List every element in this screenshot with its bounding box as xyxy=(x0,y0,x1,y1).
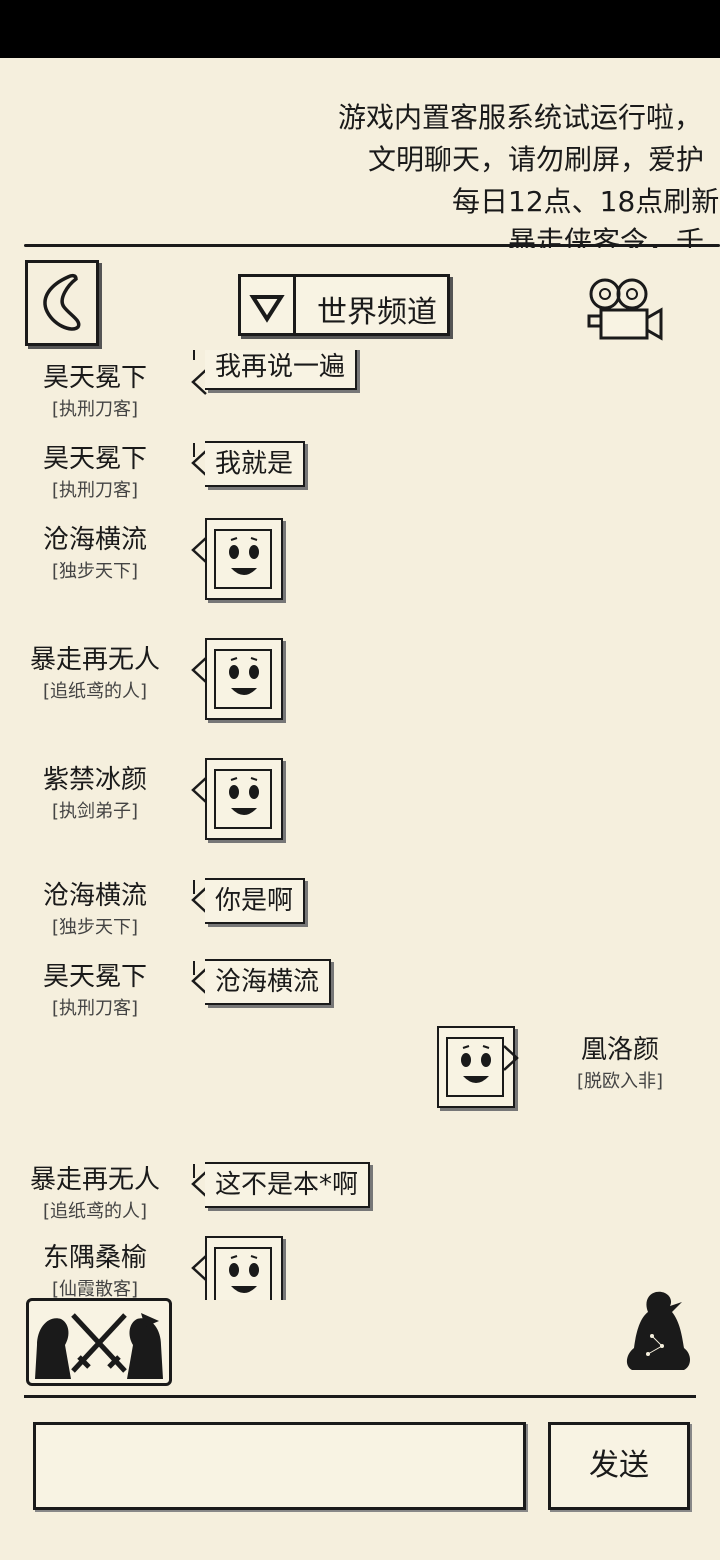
bubble-tail-icon xyxy=(503,1045,519,1071)
chat-list[interactable]: 昊天冕下 [执刑刀客] 我再说一遍 昊天冕下 [执刑刀客] 我就是 沧海横流 [… xyxy=(0,350,720,1300)
send-button[interactable]: 发送 xyxy=(548,1422,690,1510)
sender: 暴走再无人 [追纸鸢的人] xyxy=(0,1164,190,1224)
status-bar xyxy=(0,0,720,58)
message-bubble: 沧海横流 xyxy=(192,959,332,1005)
back-button[interactable] xyxy=(25,260,99,346)
sender: 紫禁冰颜 [执剑弟子] xyxy=(0,764,190,824)
smiley-face-sticker xyxy=(205,518,283,600)
sender-title: [脱欧入非] xyxy=(576,1071,664,1092)
message-bubble: 我再说一遍 xyxy=(192,350,358,390)
notice-line: 文明聊天，请勿刷屏，爱护 xyxy=(368,143,705,176)
divider xyxy=(24,244,720,247)
sender-title: [执刑刀客] xyxy=(51,998,139,1019)
crossed-swords-icon xyxy=(35,1313,163,1379)
channel-label: 世界频道 xyxy=(317,295,437,330)
sender: 昊天冕下 [执刑刀客] xyxy=(0,961,190,1021)
smiley-face-sticker xyxy=(205,758,283,840)
sender-title: [执刑刀客] xyxy=(51,399,139,420)
sender-title: [独步天下] xyxy=(51,561,139,582)
sender-name[interactable]: 暴走再无人 xyxy=(0,1164,190,1196)
swordsman-avatar-icon[interactable] xyxy=(622,1288,694,1374)
sender-title: [追纸鸢的人] xyxy=(42,1201,148,1222)
back-arrow-icon xyxy=(43,273,81,331)
sender-name[interactable]: 暴走再无人 xyxy=(0,644,190,676)
message-bubble: 你是啊 xyxy=(192,878,306,924)
smiley-face-sticker xyxy=(205,1236,283,1300)
sender-title: [独步天下] xyxy=(51,917,139,938)
sender: 沧海横流 [独步天下] xyxy=(0,880,190,940)
sender-name[interactable]: 东隅桑榆 xyxy=(0,1242,190,1274)
sender-name[interactable]: 昊天冕下 xyxy=(0,362,190,394)
camera-icon[interactable] xyxy=(585,272,665,346)
sender-title: [执刑刀客] xyxy=(51,480,139,501)
divider xyxy=(24,1395,696,1398)
sender-title: [执剑弟子] xyxy=(51,801,139,822)
sender: 暴走再无人 [追纸鸢的人] xyxy=(0,644,190,704)
sender-title: [追纸鸢的人] xyxy=(42,681,148,702)
message-bubble: 这不是本*啊 xyxy=(192,1162,371,1208)
sender: 昊天冕下 [执刑刀客] xyxy=(0,362,190,422)
sender: 东隅桑榆 [仙霞散客] xyxy=(0,1242,190,1300)
chat-input[interactable] xyxy=(33,1422,526,1510)
sender-name[interactable]: 沧海横流 xyxy=(0,524,190,556)
sender-name[interactable]: 昊天冕下 xyxy=(0,443,190,475)
sender: 凰洛颜 [脱欧入非] xyxy=(560,1034,680,1094)
duel-emblem-button[interactable] xyxy=(26,1298,172,1386)
dropdown-triangle-icon xyxy=(241,277,296,333)
sender-title: [仙霞散客] xyxy=(51,1279,139,1300)
sender-name[interactable]: 昊天冕下 xyxy=(0,961,190,993)
notice-line: 每日12点、18点刷新 xyxy=(452,185,720,218)
sender-name[interactable]: 凰洛颜 xyxy=(560,1034,680,1066)
notice-banner: 游戏内置客服系统试运行啦， 文明聊天，请勿刷屏，爱护 每日12点、18点刷新 暴… xyxy=(0,58,720,248)
sender: 沧海横流 [独步天下] xyxy=(0,524,190,584)
smiley-face-sticker xyxy=(205,638,283,720)
channel-selector[interactable]: 世界频道 xyxy=(238,274,450,336)
notice-line: 游戏内置客服系统试运行啦， xyxy=(338,101,703,134)
sender-name[interactable]: 紫禁冰颜 xyxy=(0,764,190,796)
sender: 昊天冕下 [执刑刀客] xyxy=(0,443,190,503)
message-bubble: 我就是 xyxy=(192,441,306,487)
sender-name[interactable]: 沧海横流 xyxy=(0,880,190,912)
